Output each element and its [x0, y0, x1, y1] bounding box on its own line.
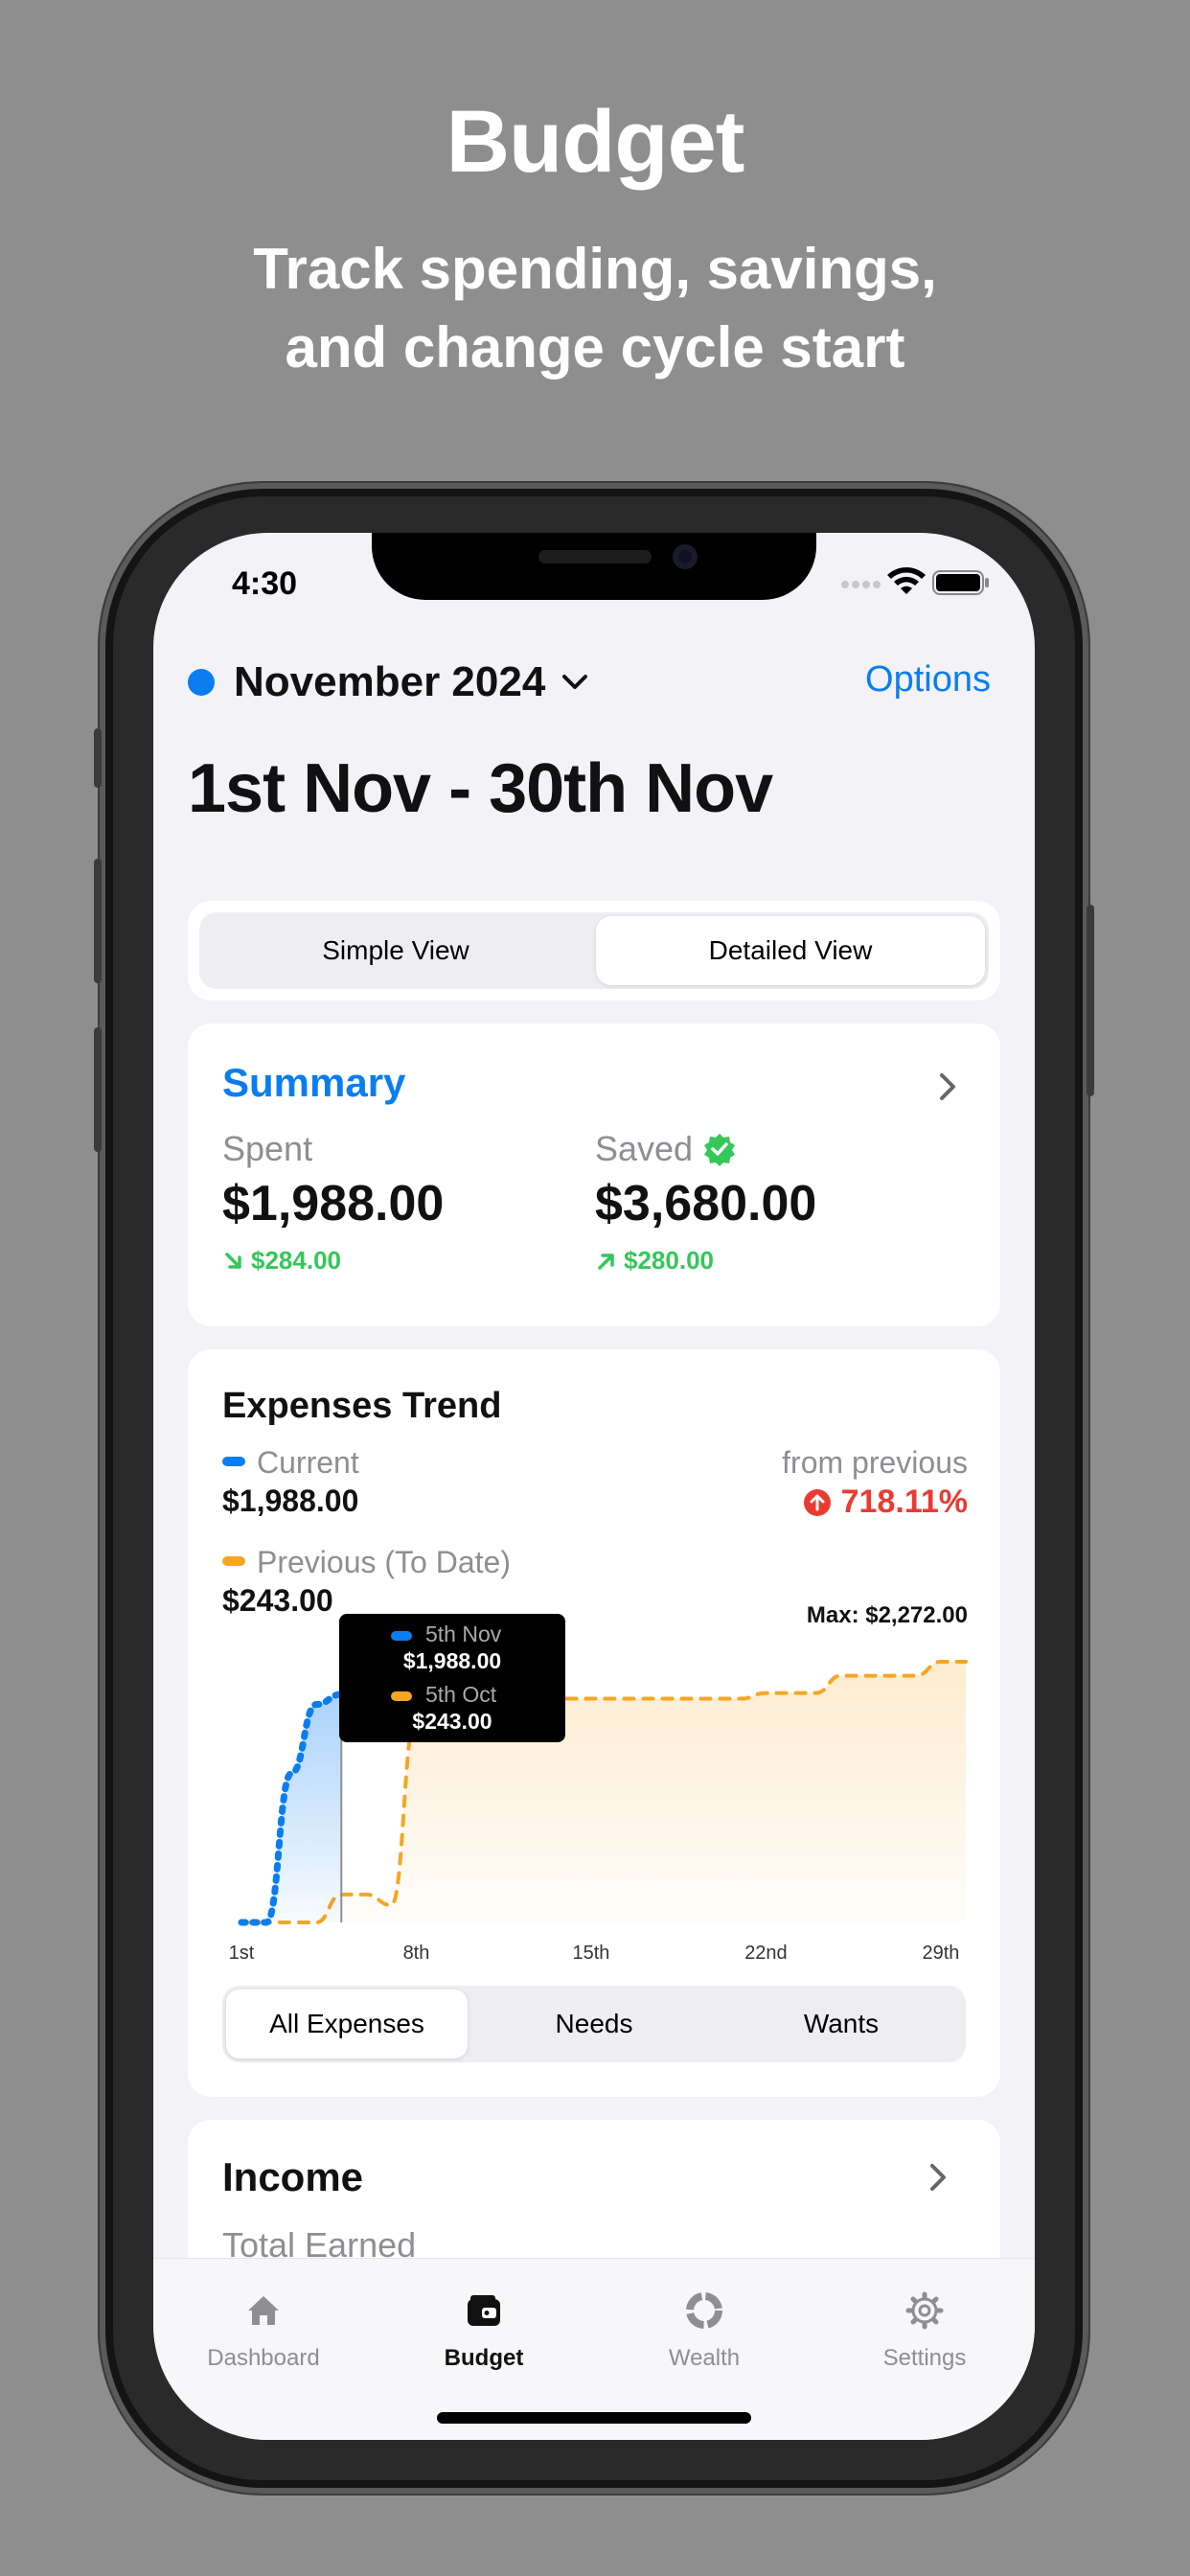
silent-switch [94, 728, 102, 788]
saved-change: $280.00 [595, 1246, 714, 1276]
power-button [1087, 905, 1094, 1096]
pct-change: 718.11% [803, 1484, 968, 1521]
battery-icon [932, 570, 989, 595]
chevron-down-icon [562, 675, 588, 689]
tab-dashboard-label: Dashboard [207, 2345, 320, 2371]
simple-view-tab[interactable]: Simple View [199, 912, 592, 989]
expense-filter: All Expenses Needs Wants [222, 1986, 966, 2062]
spent-value: $1,988.00 [222, 1176, 445, 1231]
filter-all-expenses[interactable]: All Expenses [226, 1990, 468, 2058]
tab-budget-label: Budget [444, 2345, 524, 2371]
view-toggle-card: Simple View Detailed View [188, 901, 1000, 1000]
saved-value: $3,680.00 [595, 1176, 817, 1231]
filter-needs[interactable]: Needs [473, 1990, 715, 2058]
previous-value: $243.00 [222, 1583, 333, 1618]
tab-dashboard[interactable]: Dashboard [153, 2259, 374, 2374]
saved-label-row: Saved [595, 1129, 737, 1169]
speaker [538, 550, 652, 564]
tooltip-current-value: $1,988.00 [402, 1648, 502, 1673]
chevron-right-icon [940, 1073, 955, 1100]
wallet-icon [468, 2295, 500, 2326]
volume-up-button [94, 859, 102, 983]
summary-card[interactable]: Summary Spent $1,988.00 $284.00 Saved $3… [188, 1024, 1000, 1326]
tooltip-previous-value: $243.00 [412, 1709, 492, 1734]
current-value: $1,988.00 [222, 1484, 359, 1518]
trend-title: Expenses Trend [222, 1386, 502, 1426]
expenses-trend-card: Expenses Trend Current $1,988.00 from pr… [188, 1349, 1000, 2097]
tab-budget[interactable]: Budget [374, 2259, 594, 2374]
x-tick-label: 1st [229, 1943, 255, 1964]
arrow-down-right-icon [225, 1252, 241, 1269]
from-previous-label: from previous [782, 1445, 968, 1480]
x-tick-label: 8th [403, 1943, 430, 1964]
wifi-icon [887, 567, 926, 594]
current-legend-swatch [222, 1457, 245, 1466]
chart-tooltip: 5th Nov $1,988.00 5th Oct $243.00 [339, 1614, 565, 1742]
spent-change: $284.00 [222, 1246, 341, 1276]
status-icons [839, 562, 993, 600]
previous-label: Previous (To Date) [257, 1545, 511, 1579]
house-icon [248, 2296, 279, 2325]
income-title: Income [222, 2154, 364, 2199]
tab-wealth-label: Wealth [668, 2345, 741, 2371]
hero-subtitle-line-1: Track spending, savings, [253, 237, 937, 301]
hero-title: Budget [446, 93, 745, 191]
tab-settings[interactable]: Settings [814, 2259, 1035, 2374]
notch [372, 533, 816, 600]
month-label: November 2024 [234, 658, 546, 705]
spent-label: Spent [222, 1129, 313, 1168]
tooltip-previous-date: 5th Oct [425, 1682, 497, 1707]
camera [673, 544, 698, 569]
pie-icon [686, 2292, 722, 2329]
arrow-up-circle-icon [803, 1488, 831, 1516]
spent-change-value: $284.00 [251, 1246, 341, 1275]
summary-title: Summary [222, 1060, 406, 1105]
month-dot [188, 669, 215, 696]
date-range-title: 1st Nov - 30th Nov [188, 750, 773, 827]
x-tick-label: 15th [572, 1943, 609, 1964]
verified-check-icon [704, 1134, 736, 1166]
volume-down-button [94, 1027, 102, 1152]
app-screen: 4:30 November 2024 Options 1st Nov - 30t… [153, 533, 1035, 2440]
hero-subtitle-line-2: and change cycle start [285, 315, 905, 380]
current-label: Current [257, 1445, 359, 1480]
tooltip-current-date: 5th Nov [425, 1622, 502, 1646]
tab-wealth[interactable]: Wealth [594, 2259, 814, 2374]
pct-change-value: 718.11% [840, 1484, 968, 1520]
x-tick-label: 22nd [744, 1943, 788, 1964]
gear-icon [905, 2291, 944, 2330]
tooltip-previous-swatch [391, 1691, 412, 1701]
expenses-trend-chart[interactable]: 1st 8th 15th 22nd 29th [188, 1637, 1000, 2020]
options-button[interactable]: Options [865, 659, 991, 701]
chevron-right-icon [930, 2164, 946, 2191]
tab-settings-label: Settings [882, 2345, 967, 2371]
month-selector[interactable]: November 2024 [234, 656, 591, 709]
previous-legend-swatch [222, 1556, 245, 1566]
tab-bar: Dashboard Budget Wealth Settings [153, 2258, 1035, 2440]
saved-change-value: $280.00 [624, 1246, 714, 1275]
filter-wants[interactable]: Wants [721, 1990, 962, 2058]
status-time: 4:30 [232, 565, 298, 602]
chart-max-label: Max: $2,272.00 [806, 1602, 968, 1628]
arrow-up-right-icon [598, 1253, 614, 1270]
current-series-area [241, 1694, 342, 1922]
detailed-view-tab[interactable]: Detailed View [596, 916, 985, 985]
signal-icon [841, 581, 881, 588]
hero-subtitle: Track spending, savings, and change cycl… [0, 230, 1190, 387]
x-tick-label: 29th [922, 1943, 959, 1964]
home-indicator [437, 2412, 751, 2424]
tooltip-current-swatch [391, 1631, 412, 1641]
saved-label: Saved [595, 1129, 694, 1168]
